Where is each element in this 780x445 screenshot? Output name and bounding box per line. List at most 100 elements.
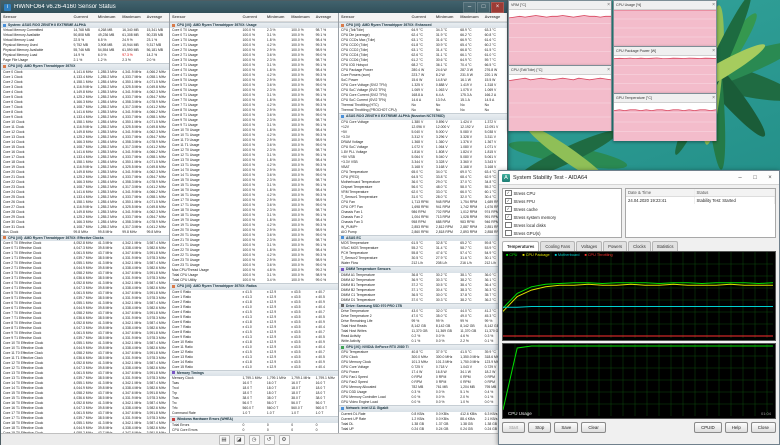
sensor-value: No bbox=[458, 108, 482, 113]
hwinfo-graph-window[interactable]: CPU Package Power [W]× bbox=[613, 46, 717, 93]
sensor-value: 2.3 % bbox=[120, 58, 144, 63]
sensor-row[interactable]: Bus Clock99.8 MHz99.8 MHz99.8 MHz99.8 MH… bbox=[1, 230, 169, 235]
sensor-label: AIO Pump bbox=[339, 230, 410, 235]
sensor-value: 1.0 T bbox=[265, 411, 289, 416]
maximize-button[interactable]: □ bbox=[477, 2, 490, 13]
sensor-value: 99.0 % bbox=[314, 278, 338, 283]
close-button[interactable]: × bbox=[491, 2, 504, 13]
tab-temperatures[interactable]: Temperatures bbox=[502, 241, 539, 251]
sensor-row[interactable]: Core 19 T0 Effective Clock4,058.2 MHz43.… bbox=[1, 431, 169, 433]
sensor-row[interactable]: AIO Pump2,860 RPM2,818 RPM2,893 RPM2,858… bbox=[339, 230, 507, 235]
sensor-value: 2,893 RPM bbox=[458, 230, 482, 235]
sensor-row[interactable]: Total UP0.24 GB0.24 GB0.24 GB0.24 GB bbox=[339, 427, 507, 432]
sensor-label: Core 19 T0 Effective Clock bbox=[1, 431, 72, 433]
aida-titlebar[interactable]: A System Stability Test - AIDA64 – □ × bbox=[499, 171, 779, 185]
sensor-section-icon bbox=[3, 24, 6, 27]
sensor-value: 43.7 MHz bbox=[96, 431, 120, 433]
clear-button[interactable]: Clear bbox=[581, 422, 606, 433]
sensor-value: 1.0 % bbox=[458, 400, 482, 405]
maximize-button[interactable]: □ bbox=[749, 173, 761, 183]
settings-gear-icon[interactable]: ⚙ bbox=[279, 435, 290, 445]
close-icon[interactable]: × bbox=[607, 1, 610, 9]
sensor-value: 1.0 T bbox=[241, 411, 265, 416]
legend-item: ■ CPU Throttling bbox=[584, 253, 612, 257]
close-button[interactable]: × bbox=[764, 173, 776, 183]
cpuid-button[interactable]: CPUID bbox=[694, 422, 722, 433]
tab-voltages[interactable]: Voltages bbox=[576, 241, 602, 251]
tab-cooling-fans[interactable]: Cooling Fans bbox=[540, 241, 575, 251]
hwinfo-graph-window[interactable]: GPU Temperature [°C]× bbox=[613, 93, 717, 141]
stress-option-label: Stress FPU bbox=[514, 199, 535, 204]
logging-icon[interactable]: ▤ bbox=[219, 435, 230, 445]
sensor-section-icon bbox=[341, 304, 344, 307]
sensor-value: 4,058.2 MHz bbox=[72, 431, 96, 433]
column-header: Maximum bbox=[289, 13, 313, 21]
minimize-button[interactable]: – bbox=[463, 2, 476, 13]
sensor-value: 212 L/h bbox=[410, 261, 434, 266]
stress-options-list: ✓Stress CPU✓Stress FPU✓Stress cache✓Stre… bbox=[502, 188, 622, 238]
tab-clocks[interactable]: Clocks bbox=[628, 241, 651, 251]
help-button[interactable]: Help bbox=[725, 422, 748, 433]
graph-icon[interactable]: ◪ bbox=[234, 435, 245, 445]
stress-option[interactable]: Stress local disks bbox=[503, 221, 621, 229]
sensor-row[interactable]: Write Activity0.1 %0.0 %2.2 %0.1 % bbox=[339, 339, 507, 344]
column-header: Minimum bbox=[96, 13, 120, 21]
sensor-section-icon bbox=[172, 24, 175, 27]
log-row[interactable]: 24.04.2020 19:23:41Stability Test: Start… bbox=[626, 197, 775, 204]
hwinfo-graph-window[interactable]: CPU Usage [%]× bbox=[613, 0, 717, 46]
stress-option[interactable]: ✓Stress FPU bbox=[503, 197, 621, 205]
sensor-value: 99.8 MHz bbox=[96, 230, 120, 235]
column-header: Maximum bbox=[458, 13, 482, 21]
sensor-row[interactable]: DIMM D1 Temperature37.0 °C30.3 °C38.2 °C… bbox=[339, 298, 507, 303]
sensor-panels: SensorCurrentMinimumMaximumAverageSystem… bbox=[1, 13, 507, 433]
tab-powers[interactable]: Powers bbox=[603, 241, 627, 251]
hwinfo-graph-window[interactable]: CPU (Tctl/Tdie) [°C]× bbox=[508, 65, 612, 131]
column-header: Sensor bbox=[339, 13, 410, 21]
close-icon[interactable]: × bbox=[712, 47, 715, 55]
tab-statistics[interactable]: Statistics bbox=[652, 241, 679, 251]
checkbox-icon[interactable]: ✓ bbox=[505, 190, 512, 197]
stress-option[interactable]: ✓Stress CPU bbox=[503, 189, 621, 197]
reset-values-icon[interactable]: ↺ bbox=[264, 435, 275, 445]
clock-icon[interactable]: ◷ bbox=[249, 435, 260, 445]
minimize-button[interactable]: – bbox=[734, 173, 746, 183]
hwinfo-graph-window[interactable]: VRM [°C]× bbox=[508, 0, 612, 65]
sensor-row[interactable]: Water Flow212 L/h208 L/h216 L/h212 L/h bbox=[339, 261, 507, 266]
graph-window-title: CPU (Tctl/Tdie) [°C]× bbox=[509, 66, 611, 75]
checkbox-icon[interactable] bbox=[505, 230, 512, 237]
legend-item: ■ CPU bbox=[506, 253, 517, 257]
save-button[interactable]: Save bbox=[554, 422, 578, 433]
sensor-label: Write Activity bbox=[339, 339, 410, 344]
hwinfo-titlebar[interactable]: i HWiNFO64 v6.26-4160 Sensor Status – □ … bbox=[1, 1, 507, 13]
stress-option[interactable]: ✓Stress system memory bbox=[503, 213, 621, 221]
sensor-label: Command Rate bbox=[170, 411, 241, 416]
checkbox-icon[interactable]: ✓ bbox=[505, 214, 512, 221]
column-header: Minimum bbox=[434, 13, 458, 21]
aida-stability-window: A System Stability Test - AIDA64 – □ × ✓… bbox=[498, 170, 780, 445]
checkbox-icon[interactable]: ✓ bbox=[505, 198, 512, 205]
sensor-section-icon bbox=[3, 65, 6, 68]
stop-button[interactable]: Stop bbox=[528, 422, 551, 433]
start-button[interactable]: Start bbox=[502, 422, 525, 433]
stress-option-label: Stress cache bbox=[514, 207, 538, 212]
close-button[interactable]: Close bbox=[751, 422, 776, 433]
sensor-row[interactable]: GPU Video Engine Load0.0 %0.0 %1.0 %0.0 … bbox=[339, 400, 507, 405]
sensor-row[interactable]: Thermal Throttling (PROCHOT CPU)NoNoNoNo bbox=[339, 108, 507, 113]
sensor-value: x 12.9 bbox=[265, 365, 289, 370]
sensor-value: 30.3 °C bbox=[434, 298, 458, 303]
checkbox-icon[interactable] bbox=[505, 222, 512, 229]
close-icon[interactable]: × bbox=[712, 94, 715, 102]
sensor-value: No bbox=[483, 108, 507, 113]
sensor-row[interactable]: Core 15 Ratiox 41.0x 12.9x 43.5x 40.4 bbox=[170, 365, 338, 370]
stress-option[interactable]: ✓Stress cache bbox=[503, 205, 621, 213]
sensor-row[interactable]: Total CPU Utility100.0 %3.4 %100.0 %99.0… bbox=[170, 278, 338, 283]
close-icon[interactable]: × bbox=[712, 1, 715, 9]
column-header: Sensor bbox=[170, 13, 241, 21]
sensor-row[interactable]: Page File Usage2.1 %1.2 %2.3 %2.0 % bbox=[1, 58, 169, 63]
checkbox-icon[interactable]: ✓ bbox=[505, 206, 512, 213]
sensor-row[interactable]: Command Rate1.0 T1.0 T1.0 T1.0 T bbox=[170, 411, 338, 416]
stress-option[interactable]: Stress GPU(s) bbox=[503, 229, 621, 237]
sensor-value: 3,991.8 MHz bbox=[145, 431, 169, 433]
sensor-value: No bbox=[434, 108, 458, 113]
close-icon[interactable]: × bbox=[607, 66, 610, 74]
